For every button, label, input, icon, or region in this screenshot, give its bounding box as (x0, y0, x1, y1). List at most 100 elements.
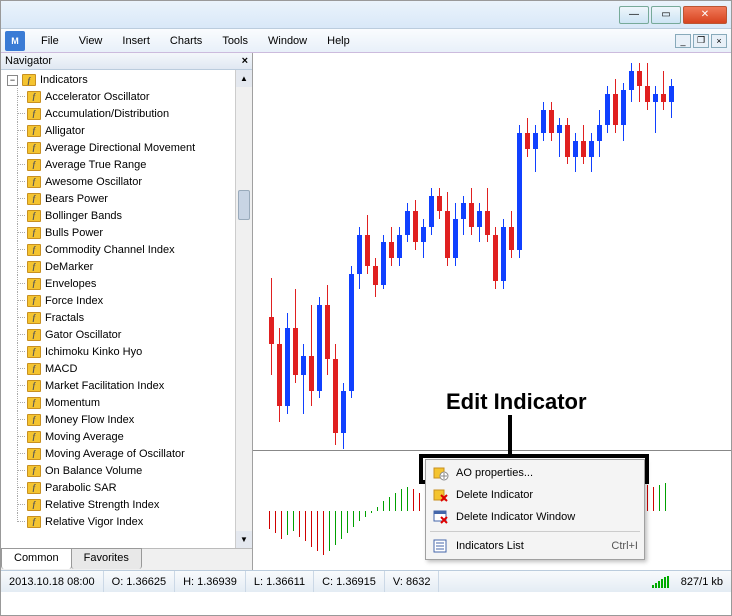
menu-window[interactable]: Window (258, 31, 317, 51)
indicator-icon: f (27, 414, 41, 426)
indicator-item[interactable]: f Accumulation/Distribution (7, 105, 252, 122)
window-titlebar: — ▭ ✕ (1, 1, 731, 29)
indicator-label: Relative Vigor Index (45, 516, 143, 528)
status-low: L: 1.36611 (246, 571, 314, 592)
indicator-item[interactable]: fGator Oscillator (7, 326, 252, 343)
indicator-item[interactable]: fMACD (7, 360, 252, 377)
navigator-scrollbar[interactable]: ▲ ▼ (235, 70, 252, 548)
status-open: O: 1.36625 (104, 571, 175, 592)
indicator-icon: f (27, 261, 41, 273)
indicator-item[interactable]: f Moving Average of Oscillator (7, 445, 252, 462)
menubar: M FileViewInsertChartsToolsWindowHelp _ … (1, 29, 731, 53)
ctx-indicators-list[interactable]: Indicators List Ctrl+I (428, 535, 642, 557)
indicator-label: Accumulation/Distribution (45, 108, 169, 120)
ao-bar (665, 483, 666, 511)
indicator-item[interactable]: fAverage True Range (7, 156, 252, 173)
ao-bar (389, 497, 390, 511)
scroll-thumb[interactable] (238, 190, 250, 220)
indicator-icon: f (27, 227, 41, 239)
ao-bar (269, 511, 270, 529)
indicator-item[interactable]: fMomentum (7, 394, 252, 411)
status-close: C: 1.36915 (314, 571, 385, 592)
menu-help[interactable]: Help (317, 31, 360, 51)
indicator-item[interactable]: fOn Balance Volume (7, 462, 252, 479)
indicator-item[interactable]: fBulls Power (7, 224, 252, 241)
menu-charts[interactable]: Charts (160, 31, 212, 51)
maximize-button[interactable]: ▭ (651, 6, 681, 24)
indicator-item[interactable]: fIchimoku Kinko Hyo (7, 343, 252, 360)
ctx-delete-indicator[interactable]: Delete Indicator (428, 484, 642, 506)
indicator-item[interactable]: f Bears Power (7, 190, 252, 207)
navigator-title: Navigator (5, 55, 52, 67)
indicator-icon: f (27, 176, 41, 188)
ao-bar (407, 487, 408, 511)
tree-root-indicators[interactable]: − f Indicators (7, 72, 252, 88)
indicator-icon: f (27, 448, 41, 460)
menu-view[interactable]: View (69, 31, 113, 51)
scroll-up-icon[interactable]: ▲ (236, 70, 252, 87)
ao-bar (401, 489, 402, 511)
indicator-label: MACD (45, 363, 77, 375)
indicator-item[interactable]: fMarket Facilitation Index (7, 377, 252, 394)
navigator-close-icon[interactable]: × (242, 55, 248, 67)
minimize-button[interactable]: — (619, 6, 649, 24)
ao-bar (305, 511, 306, 541)
menu-insert[interactable]: Insert (112, 31, 160, 51)
indicator-item[interactable]: fAlligator (7, 122, 252, 139)
ao-bar (395, 493, 396, 511)
indicator-item[interactable]: fDeMarker (7, 258, 252, 275)
delete-indicator-icon (432, 487, 450, 503)
status-datetime: 2013.10.18 08:00 (1, 571, 104, 592)
indicator-item[interactable]: f Accelerator Oscillator (7, 88, 252, 105)
ao-bar (371, 511, 372, 513)
indicator-label: Moving Average (45, 431, 124, 443)
indicator-label: Average True Range (45, 159, 146, 171)
ao-bar (347, 511, 348, 533)
indicator-label: Bears Power (45, 193, 108, 205)
ao-bar (341, 511, 342, 539)
indicator-label: Gator Oscillator (45, 329, 121, 341)
mdi-restore-button[interactable]: ❐ (693, 34, 709, 48)
indicator-item[interactable]: fBollinger Bands (7, 207, 252, 224)
indicator-item[interactable]: f Money Flow Index (7, 411, 252, 428)
indicator-item[interactable]: f Moving Average (7, 428, 252, 445)
mdi-minimize-button[interactable]: _ (675, 34, 691, 48)
ao-bar (287, 511, 288, 535)
indicator-label: Money Flow Index (45, 414, 134, 426)
indicator-label: Awesome Oscillator (45, 176, 142, 188)
tab-common[interactable]: Common (1, 548, 72, 569)
indicator-icon: f (27, 482, 41, 494)
ctx-ao-properties[interactable]: AO properties... (428, 462, 642, 484)
indicator-item[interactable]: f Awesome Oscillator (7, 173, 252, 190)
indicator-label: Relative Strength Index (45, 499, 159, 511)
indicator-icon: f (27, 499, 41, 511)
status-network: 827/1 kb (673, 571, 731, 592)
indicator-label: Accelerator Oscillator (45, 91, 150, 103)
mdi-close-button[interactable]: × (711, 34, 727, 48)
indicator-icon: f (27, 108, 41, 120)
indicator-item[interactable]: fForce Index (7, 292, 252, 309)
indicator-label: Moving Average of Oscillator (45, 448, 185, 460)
ao-bar (293, 511, 294, 531)
indicator-item[interactable]: fEnvelopes (7, 275, 252, 292)
indicator-item[interactable]: fParabolic SAR (7, 479, 252, 496)
indicator-item[interactable]: fAverage Directional Movement (7, 139, 252, 156)
indicator-item[interactable]: fFractals (7, 309, 252, 326)
indicator-item[interactable]: fCommodity Channel Index (7, 241, 252, 258)
tree-collapse-icon[interactable]: − (7, 75, 18, 86)
ao-bar (353, 511, 354, 527)
ctx-ao-properties-label: AO properties... (456, 467, 533, 479)
menu-file[interactable]: File (31, 31, 69, 51)
ao-bar (659, 485, 660, 511)
indicator-item[interactable]: f Relative Strength Index (7, 496, 252, 513)
indicator-icon: f (27, 210, 41, 222)
close-button[interactable]: ✕ (683, 6, 727, 24)
indicator-icon: f (27, 431, 41, 443)
indicator-icon: f (27, 193, 41, 205)
menu-tools[interactable]: Tools (212, 31, 258, 51)
scroll-down-icon[interactable]: ▼ (236, 531, 252, 548)
indicator-item[interactable]: fRelative Vigor Index (7, 513, 252, 530)
tab-favorites[interactable]: Favorites (71, 548, 142, 569)
ctx-delete-indicator-window[interactable]: Delete Indicator Window (428, 506, 642, 528)
indicator-icon: f (27, 91, 41, 103)
